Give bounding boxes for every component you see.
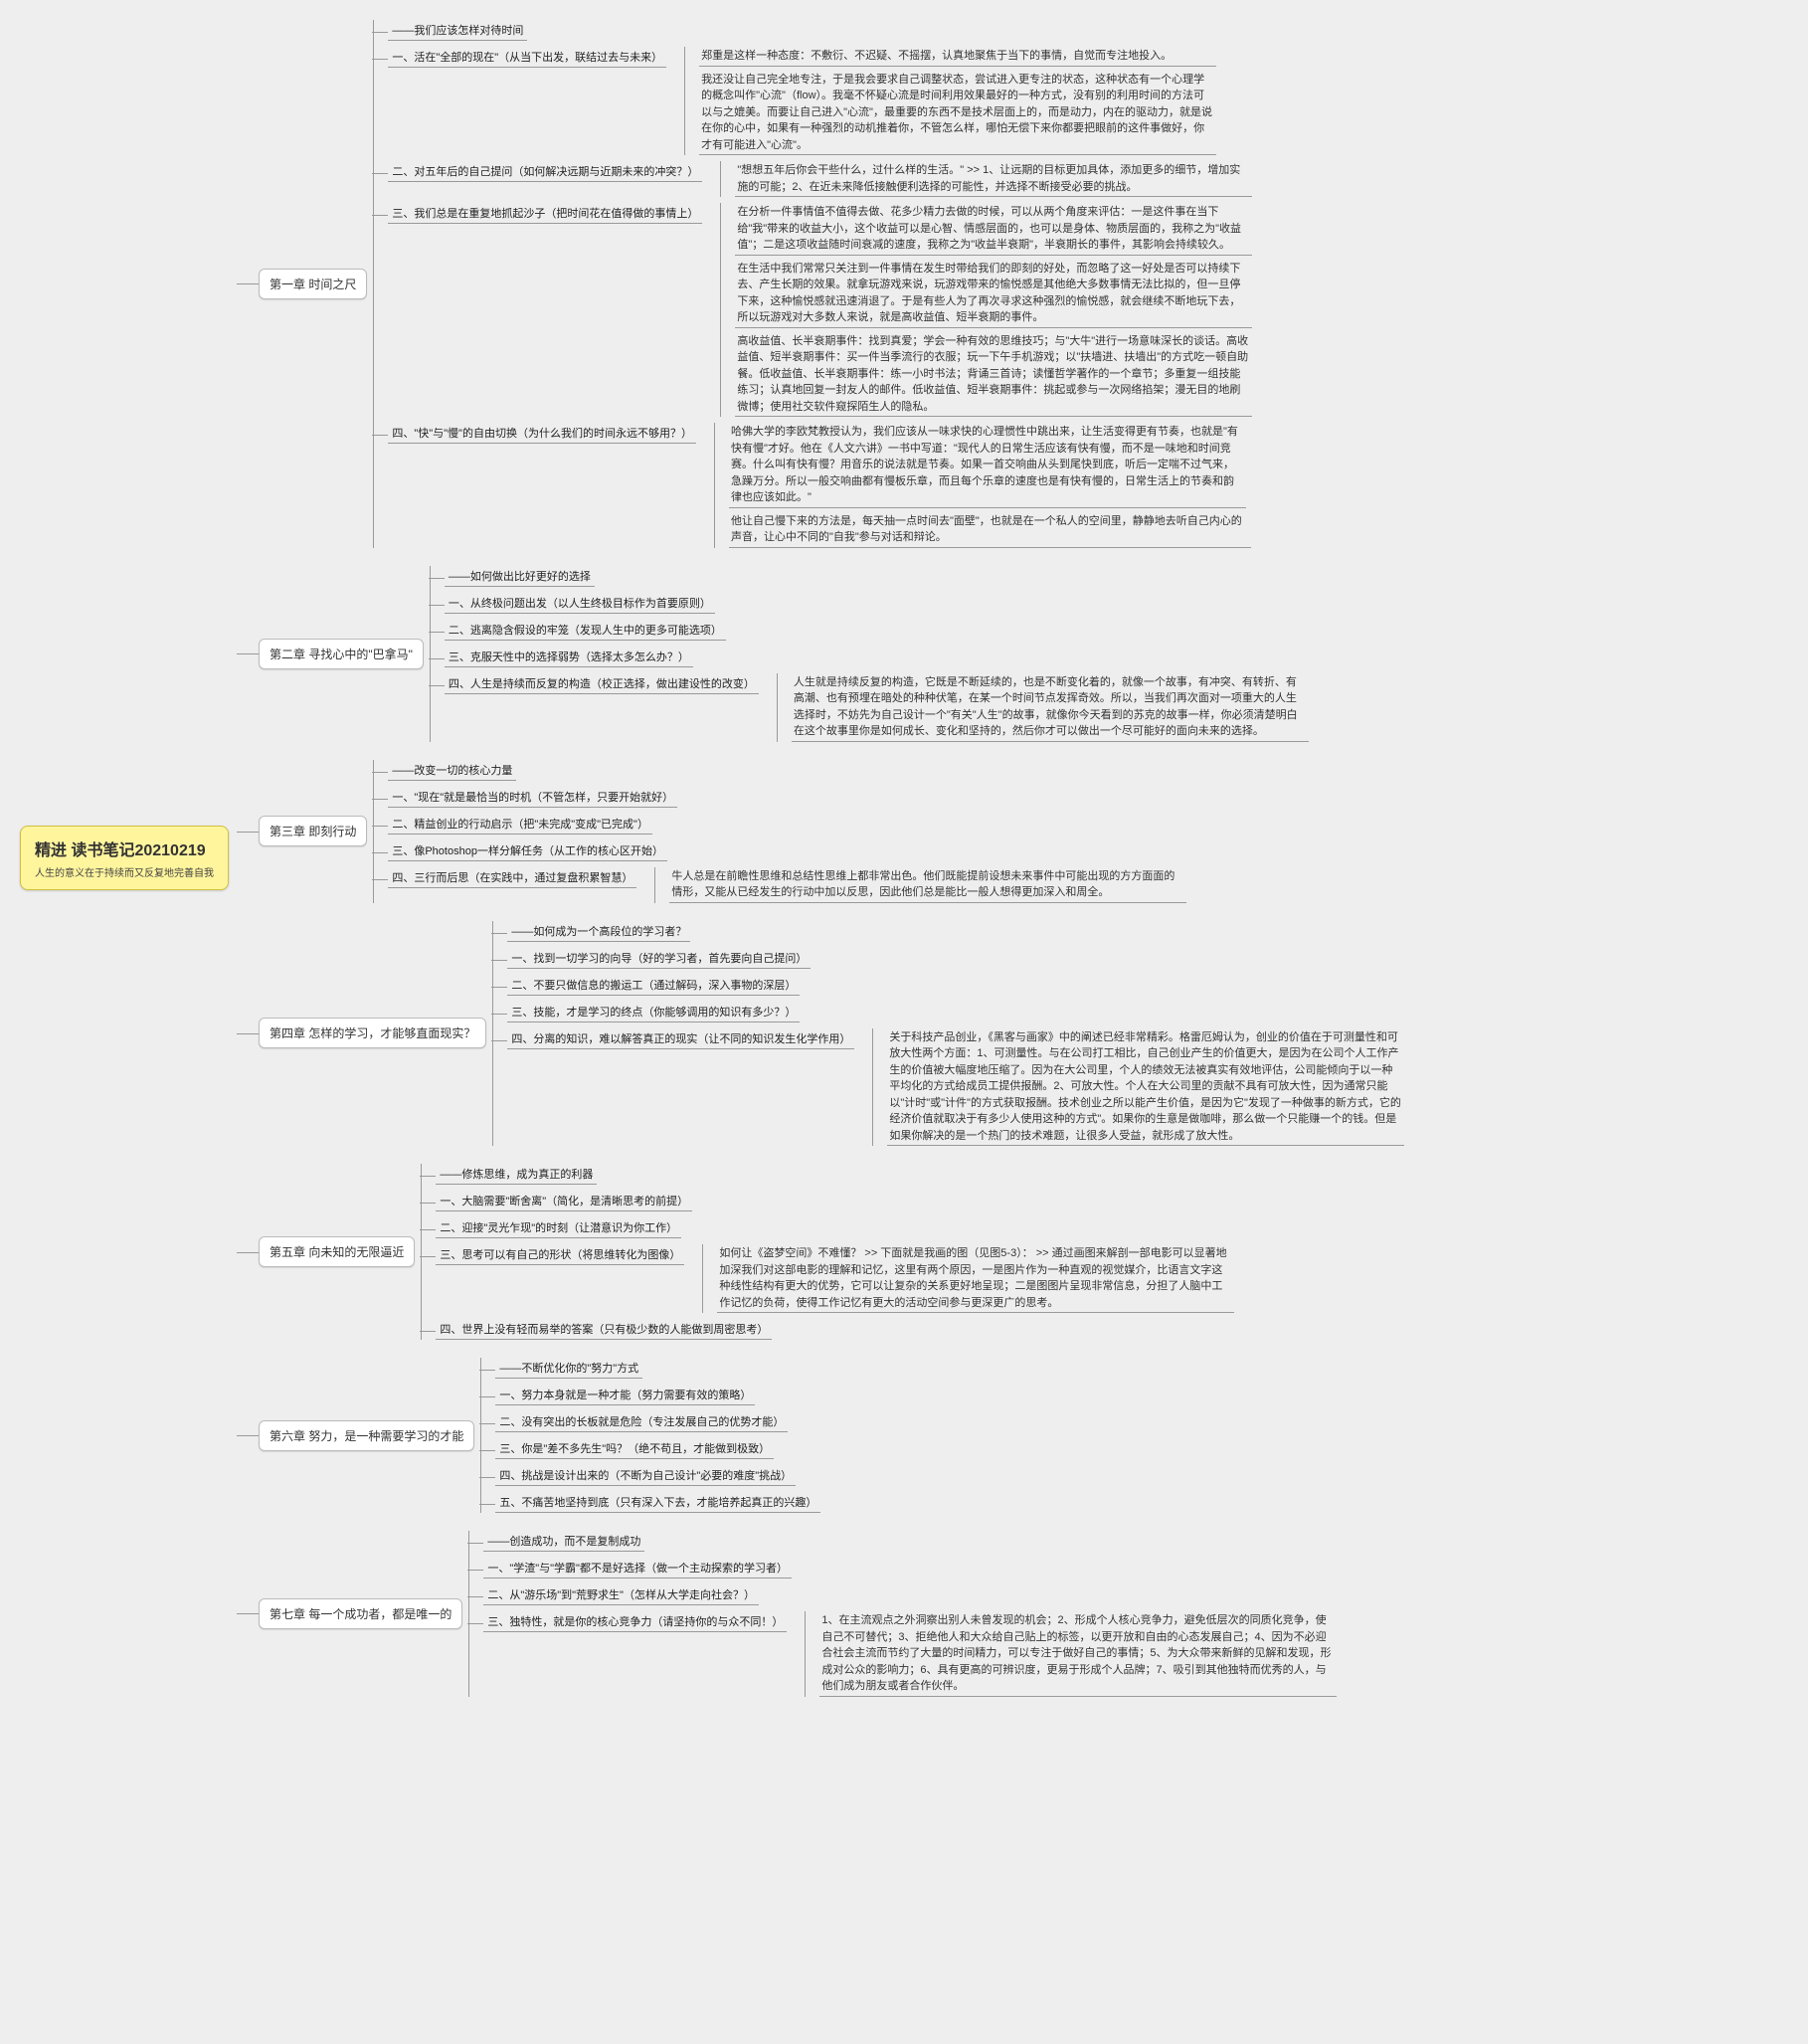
ch2-n1[interactable]: 一、从终极问题出发（以人生终极目标作为首要原则） <box>445 593 715 614</box>
chapter-5-branch: 第五章 向未知的无限逼近 ——修炼思维，成为真正的利器 一、大脑需要"断舍离"（… <box>259 1164 1404 1340</box>
ch6-n5[interactable]: 五、不痛苦地坚持到底（只有深入下去，才能培养起真正的兴趣） <box>495 1492 820 1513</box>
ch5-n1[interactable]: 一、大脑需要"断舍离"（简化，是清晰思考的前提） <box>436 1191 692 1211</box>
ch2-n3[interactable]: 三、克服天性中的选择弱势（选择太多怎么办？） <box>445 647 693 667</box>
chapter-4-node[interactable]: 第四章 怎样的学习，才能够直面现实？ <box>259 1018 486 1048</box>
ch3-intro: ——改变一切的核心力量 <box>388 760 516 781</box>
chapter-2-children: ——如何做出比好更好的选择 一、从终极问题出发（以人生终极目标作为首要原则） 二… <box>430 566 1309 742</box>
ch6-n1[interactable]: 一、努力本身就是一种才能（努力需要有效的策略） <box>495 1385 755 1405</box>
ch5-n3-note: 如何让《盗梦空间》不难懂？ >> 下面就是我画的图（见图5-3）： >> 通过画… <box>717 1244 1234 1313</box>
ch5-intro: ——修炼思维，成为真正的利器 <box>436 1164 597 1185</box>
ch4-n4-note: 关于科技产品创业，《黑客与画家》中的阐述已经非常精彩。格雷厄姆认为，创业的价值在… <box>887 1028 1404 1147</box>
chapter-1-node[interactable]: 第一章 时间之尺 <box>259 269 367 299</box>
root-subtitle: 人生的意义在于持续而又反复地完善自我 <box>35 864 214 879</box>
ch4-intro: ——如何成为一个高段位的学习者？ <box>507 921 690 942</box>
ch1-n1[interactable]: 一、活在"全部的现在"（从当下出发，联结过去与未来） <box>388 47 666 68</box>
ch4-n4[interactable]: 四、分离的知识，难以解答真正的现实（让不同的知识发生化学作用） <box>507 1028 854 1049</box>
mindmap-root-container: 精进 读书笔记20210219 人生的意义在于持续而又反复地完善自我 第一章 时… <box>20 20 1788 1697</box>
chapter-4-children: ——如何成为一个高段位的学习者？ 一、找到一切学习的向导（好的学习者，首先要向自… <box>492 921 1404 1147</box>
ch5-n4[interactable]: 四、世界上没有轻而易举的答案（只有极少数的人能做到周密思考） <box>436 1319 772 1340</box>
ch1-n3-note-a: 在分析一件事情值不值得去做、花多少精力去做的时候，可以从两个角度来评估：一是这件… <box>735 203 1252 256</box>
ch2-n2[interactable]: 二、逃离隐含假设的牢笼（发现人生中的更多可能选项） <box>445 620 726 641</box>
ch7-intro: ——创造成功，而不是复制成功 <box>483 1531 644 1552</box>
chapter-list: 第一章 时间之尺 ——我们应该怎样对待时间 一、活在"全部的现在"（从当下出发，… <box>259 20 1404 1697</box>
ch6-n2[interactable]: 二、没有突出的长板就是危险（专注发展自己的优势才能） <box>495 1411 788 1432</box>
ch1-n4-note-b: 他让自己慢下来的方法是，每天抽一点时间去"面壁"，也就是在一个私人的空间里，静静… <box>729 512 1251 548</box>
chapter-5-node[interactable]: 第五章 向未知的无限逼近 <box>259 1236 415 1267</box>
root-title: 精进 读书笔记20210219 <box>35 836 214 860</box>
ch1-n3-note-b: 在生活中我们常常只关注到一件事情在发生时带给我们的即刻的好处，而忽略了这一好处是… <box>735 260 1252 328</box>
ch1-n4-note-a: 哈佛大学的李欧梵教授认为，我们应该从一味求快的心理惯性中跳出来，让生活变得更有节… <box>729 423 1246 508</box>
ch7-n2[interactable]: 二、从"游乐场"到"荒野求生"（怎样从大学走向社会？） <box>483 1584 759 1605</box>
chapter-2-node[interactable]: 第二章 寻找心中的"巴拿马" <box>259 639 424 669</box>
ch2-n4[interactable]: 四、人生是持续而反复的构造（校正选择，做出建设性的改变） <box>445 673 759 694</box>
ch7-n3-note: 1、在主流观点之外洞察出别人未曾发现的机会；2、形成个人核心竞争力，避免低层次的… <box>819 1611 1337 1697</box>
chapter-2-branch: 第二章 寻找心中的"巴拿马" ——如何做出比好更好的选择 一、从终极问题出发（以… <box>259 566 1404 742</box>
chapter-3-node[interactable]: 第三章 即刻行动 <box>259 816 367 846</box>
chapter-3-children: ——改变一切的核心力量 一、"现在"就是最恰当的时机（不管怎样，只要开始就好） … <box>373 760 1186 903</box>
chapter-4-branch: 第四章 怎样的学习，才能够直面现实？ ——如何成为一个高段位的学习者？ 一、找到… <box>259 921 1404 1147</box>
chapter-7-node[interactable]: 第七章 每一个成功者，都是唯一的 <box>259 1598 462 1629</box>
ch6-n3[interactable]: 三、你是"差不多先生"吗？（绝不苟且，才能做到极致） <box>495 1438 774 1459</box>
ch1-intro: ——我们应该怎样对待时间 <box>388 20 527 41</box>
ch1-n1-note-b: 我还没让自己完全地专注，于是我会要求自己调整状态，尝试进入更专注的状态，这种状态… <box>699 71 1216 156</box>
ch3-n1[interactable]: 一、"现在"就是最恰当的时机（不管怎样，只要开始就好） <box>388 787 677 808</box>
ch3-n4-note: 牛人总是在前瞻性思维和总结性思维上都非常出色。他们既能提前设想未来事件中可能出现… <box>669 867 1186 903</box>
root-node[interactable]: 精进 读书笔记20210219 人生的意义在于持续而又反复地完善自我 <box>20 826 229 890</box>
ch5-n2[interactable]: 二、迎接"灵光乍现"的时刻（让潜意识为你工作） <box>436 1217 681 1238</box>
ch1-n2-note: "想想五年后你会干些什么，过什么样的生活。" >> 1、让远期的目标更加具体，添… <box>735 161 1252 197</box>
ch4-n1[interactable]: 一、找到一切学习的向导（好的学习者，首先要向自己提问） <box>507 948 811 969</box>
ch1-n1-note-a: 郑重是这样一种态度：不敷衍、不迟疑、不摇摆，认真地聚焦于当下的事情，自觉而专注地… <box>699 47 1216 67</box>
chapter-7-branch: 第七章 每一个成功者，都是唯一的 ——创造成功，而不是复制成功 一、"学渣"与"… <box>259 1531 1404 1697</box>
chapter-1-branch: 第一章 时间之尺 ——我们应该怎样对待时间 一、活在"全部的现在"（从当下出发，… <box>259 20 1404 548</box>
ch3-n3[interactable]: 三、像Photoshop一样分解任务（从工作的核心区开始） <box>388 840 667 861</box>
ch2-intro: ——如何做出比好更好的选择 <box>445 566 595 587</box>
ch7-n3[interactable]: 三、独特性，就是你的核心竞争力（请坚持你的与众不同！） <box>483 1611 787 1632</box>
ch6-intro: ——不断优化你的"努力"方式 <box>495 1358 642 1379</box>
chapter-6-children: ——不断优化你的"努力"方式 一、努力本身就是一种才能（努力需要有效的策略） 二… <box>480 1358 820 1513</box>
ch1-n2[interactable]: 二、对五年后的自己提问（如何解决远期与近期未来的冲突？） <box>388 161 702 182</box>
chapter-3-branch: 第三章 即刻行动 ——改变一切的核心力量 一、"现在"就是最恰当的时机（不管怎样… <box>259 760 1404 903</box>
ch4-n2[interactable]: 二、不要只做信息的搬运工（通过解码，深入事物的深层） <box>507 975 800 996</box>
ch7-n1[interactable]: 一、"学渣"与"学霸"都不是好选择（做一个主动探索的学习者） <box>483 1558 792 1579</box>
ch6-n4[interactable]: 四、挑战是设计出来的（不断为自己设计"必要的难度"挑战） <box>495 1465 796 1486</box>
chapter-6-branch: 第六章 努力，是一种需要学习的才能 ——不断优化你的"努力"方式 一、努力本身就… <box>259 1358 1404 1513</box>
ch4-n3[interactable]: 三、技能，才是学习的终点（你能够调用的知识有多少？） <box>507 1002 800 1022</box>
ch3-n4[interactable]: 四、三行而后思（在实践中，通过复盘积累智慧） <box>388 867 636 888</box>
ch2-n4-note: 人生就是持续反复的构造，它既是不断延续的，也是不断变化着的，就像一个故事，有冲突… <box>792 673 1309 742</box>
ch1-n4[interactable]: 四、"快"与"慢"的自由切换（为什么我们的时间永远不够用？） <box>388 423 696 444</box>
chapter-6-node[interactable]: 第六章 努力，是一种需要学习的才能 <box>259 1420 474 1451</box>
ch1-n3-note-c: 高收益值、长半衰期事件：找到真爱；学会一种有效的思维技巧；与"大牛"进行一场意味… <box>735 332 1252 418</box>
ch1-n3[interactable]: 三、我们总是在重复地抓起沙子（把时间花在值得做的事情上） <box>388 203 702 224</box>
chapter-7-children: ——创造成功，而不是复制成功 一、"学渣"与"学霸"都不是好选择（做一个主动探索… <box>468 1531 1337 1697</box>
chapter-5-children: ——修炼思维，成为真正的利器 一、大脑需要"断舍离"（简化，是清晰思考的前提） … <box>421 1164 1234 1340</box>
ch3-n2[interactable]: 二、精益创业的行动启示（把"未完成"变成"已完成"） <box>388 814 652 835</box>
chapter-1-children: ——我们应该怎样对待时间 一、活在"全部的现在"（从当下出发，联结过去与未来） … <box>373 20 1252 548</box>
ch5-n3[interactable]: 三、思考可以有自己的形状（将思维转化为图像） <box>436 1244 684 1265</box>
